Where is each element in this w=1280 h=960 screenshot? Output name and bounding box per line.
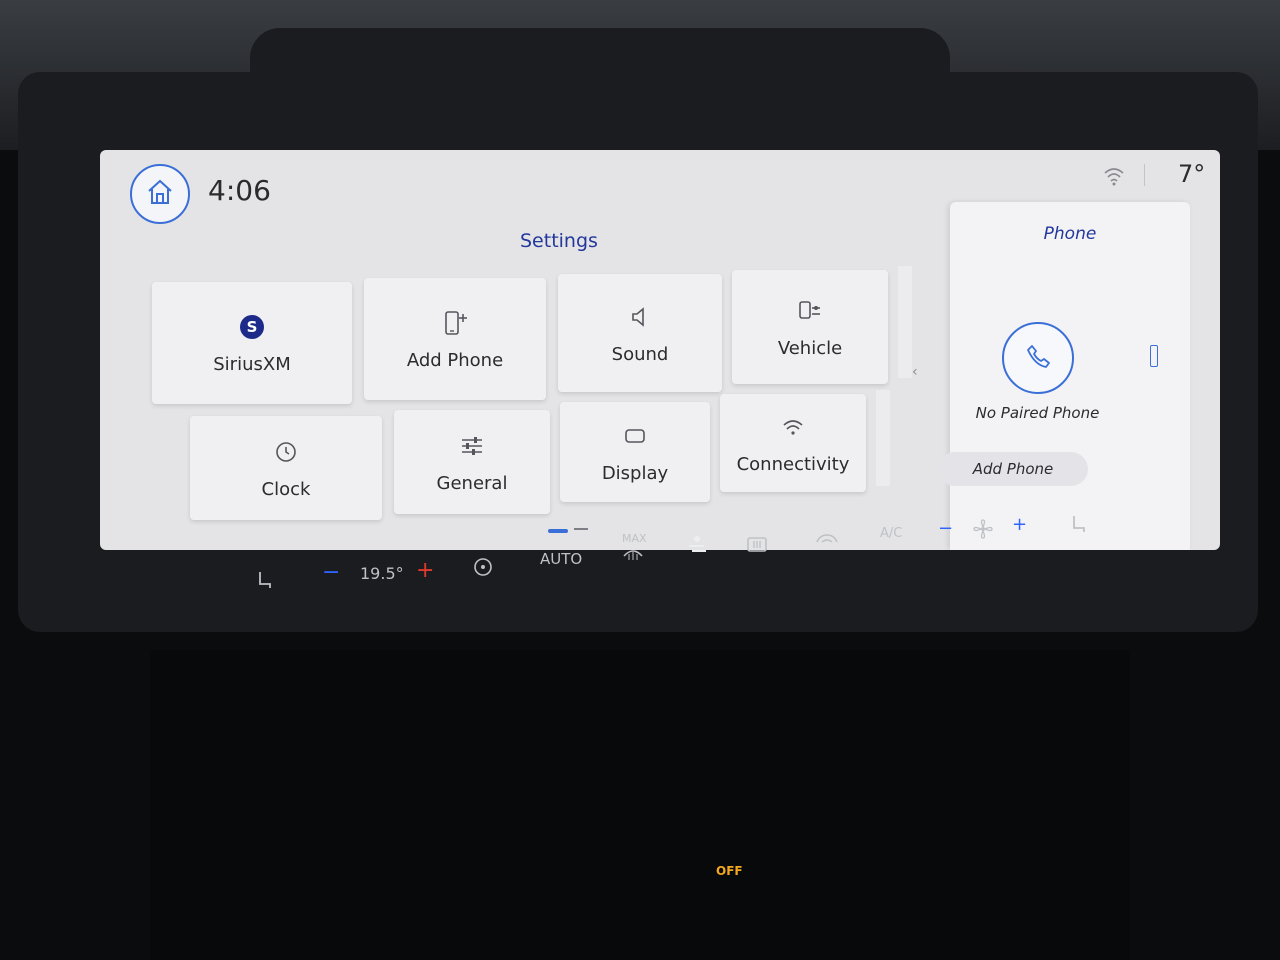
add-phone-button[interactable]: Add Phone xyxy=(938,452,1088,486)
wifi-status-icon xyxy=(1102,164,1126,188)
clock-time: 4:06 xyxy=(208,174,271,207)
infotainment-screen: 4:06 7° Settings S SiriusXM Add Phone So… xyxy=(100,150,1220,550)
sliders-icon xyxy=(459,431,485,461)
chevron-left-icon[interactable]: ‹ xyxy=(912,364,918,380)
max-defrost-icon xyxy=(622,546,644,566)
temp-increase-button[interactable]: + xyxy=(416,558,434,583)
climate-controls: − 19.5° + AUTO MAX A/C − + xyxy=(210,512,1110,602)
tile-label: Vehicle xyxy=(777,337,843,359)
tile-vehicle[interactable]: Vehicle xyxy=(732,270,888,384)
temperature-readout: 19.5° xyxy=(360,564,404,583)
phone-icon xyxy=(1023,341,1053,375)
steering-wheel-heat-icon[interactable] xyxy=(472,556,494,582)
temp-decrease-button[interactable]: − xyxy=(322,560,340,585)
fan-increase-button[interactable]: + xyxy=(1012,514,1027,535)
tile-siriusxm[interactable]: S SiriusXM xyxy=(152,282,352,404)
tile-connectivity[interactable]: Connectivity xyxy=(720,394,866,492)
outside-temperature: 7° xyxy=(1178,160,1206,188)
status-separator xyxy=(1144,164,1145,186)
home-icon xyxy=(145,178,175,210)
auto-button[interactable]: AUTO xyxy=(540,550,582,568)
center-console xyxy=(150,650,1130,960)
fan-decrease-button[interactable]: − xyxy=(938,518,953,539)
settings-title: Settings xyxy=(520,230,598,252)
seat-heat-passenger-icon[interactable] xyxy=(1068,514,1088,540)
vehicle-icon xyxy=(796,296,824,326)
tile-sound[interactable]: Sound xyxy=(558,274,722,392)
tile-clock[interactable]: Clock xyxy=(190,416,382,520)
phone-panel-title: Phone xyxy=(1043,224,1097,244)
panel-scroll-handle[interactable] xyxy=(1150,345,1158,367)
off-indicator: OFF xyxy=(716,864,743,878)
tile-general[interactable]: General xyxy=(394,410,550,514)
tile-label: General xyxy=(436,472,508,494)
rear-defrost-icon[interactable] xyxy=(746,536,768,558)
clock-icon xyxy=(274,437,298,467)
fan-icon xyxy=(972,518,994,544)
max-defrost-button[interactable]: MAX xyxy=(622,532,647,545)
add-phone-icon xyxy=(441,308,469,338)
speaker-icon xyxy=(627,302,653,332)
display-icon xyxy=(623,421,647,451)
wifi-icon xyxy=(781,412,805,442)
ac-button[interactable]: A/C xyxy=(880,526,902,541)
tile-label: Display xyxy=(601,462,669,484)
siriusxm-icon: S xyxy=(238,312,266,342)
tile-label: Connectivity xyxy=(736,453,850,475)
tile-label: Add Phone xyxy=(406,349,504,371)
tile-label: Sound xyxy=(611,343,669,365)
phone-panel: Phone No Paired Phone Add Phone xyxy=(938,202,1190,550)
tile-label: Clock xyxy=(261,478,311,500)
tile-partial xyxy=(876,390,890,486)
airflow-mode-icon[interactable] xyxy=(684,534,710,560)
home-button[interactable] xyxy=(130,164,190,224)
phone-call-button[interactable] xyxy=(1002,322,1074,394)
svg-text:S: S xyxy=(247,318,258,336)
seat-heat-driver-icon[interactable] xyxy=(254,570,274,596)
recirculation-icon[interactable] xyxy=(814,532,840,552)
tile-partial xyxy=(898,266,912,378)
no-paired-phone-text: No Paired Phone xyxy=(975,404,1100,422)
tile-label: SiriusXM xyxy=(213,353,291,375)
tile-add-phone[interactable]: Add Phone xyxy=(364,278,546,400)
tile-display[interactable]: Display xyxy=(560,402,710,502)
